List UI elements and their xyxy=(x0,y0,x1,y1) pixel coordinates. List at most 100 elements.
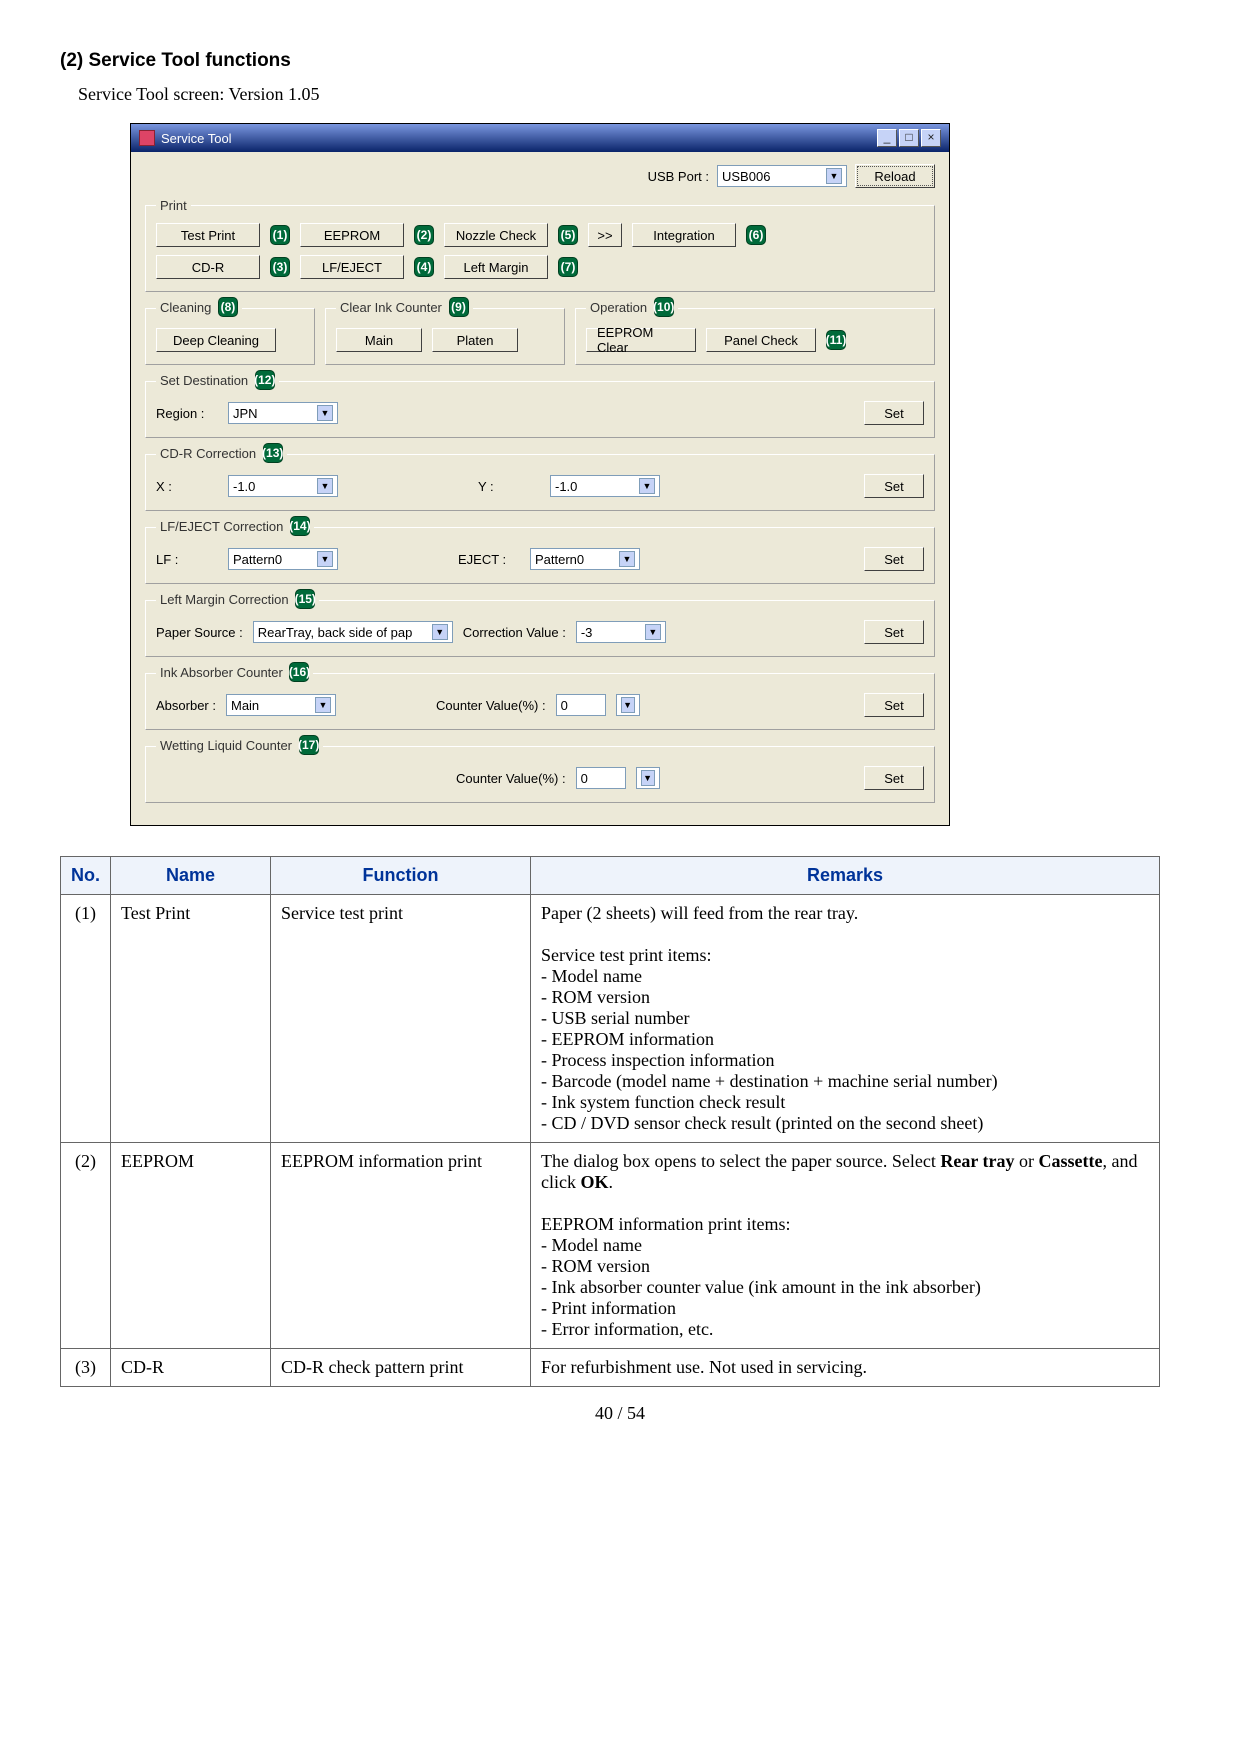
paper-source-label: Paper Source : xyxy=(156,625,243,640)
callout-3: (3) xyxy=(270,257,290,277)
lmc-legend: Left Margin Correction (15) xyxy=(156,590,319,610)
functions-table: No. Name Function Remarks (1)Test PrintS… xyxy=(60,856,1160,1387)
close-icon[interactable]: × xyxy=(921,129,941,147)
minimize-icon[interactable]: _ xyxy=(877,129,897,147)
cell-remarks: For refurbishment use. Not used in servi… xyxy=(531,1349,1160,1387)
panel-check-button[interactable]: Panel Check xyxy=(706,328,816,352)
page-number: 40 / 54 xyxy=(60,1403,1180,1424)
usb-port-select[interactable]: USB006 ▼ xyxy=(717,165,847,187)
cell-no: (1) xyxy=(61,895,111,1143)
lmc-set-button[interactable]: Set xyxy=(864,620,924,644)
usb-port-label: USB Port : xyxy=(648,169,709,184)
correction-value-select[interactable]: -3 ▼ xyxy=(576,621,666,643)
cell-remarks: Paper (2 sheets) will feed from the rear… xyxy=(531,895,1160,1143)
absorber-select[interactable]: Main ▼ xyxy=(226,694,336,716)
lf-select[interactable]: Pattern0 ▼ xyxy=(228,548,338,570)
clear-ink-group: Clear Ink Counter (9) Main Platen xyxy=(325,298,565,365)
table-row: (3)CD-RCD-R check pattern printFor refur… xyxy=(61,1349,1160,1387)
lf-value: Pattern0 xyxy=(233,552,282,567)
set-destination-set-button[interactable]: Set xyxy=(864,401,924,425)
clear-ink-legend: Clear Ink Counter (9) xyxy=(336,298,473,318)
main-button[interactable]: Main xyxy=(336,328,422,352)
ink-counter-dd[interactable]: ▼ xyxy=(616,694,640,716)
service-tool-window: Service Tool _ □ × USB Port : USB006 ▼ R… xyxy=(130,123,950,826)
absorber-label: Absorber : xyxy=(156,698,216,713)
set-destination-group: Set Destination (12) Region : JPN ▼ Set xyxy=(145,371,935,438)
chevron-down-icon: ▼ xyxy=(641,770,655,786)
x-select[interactable]: -1.0 ▼ xyxy=(228,475,338,497)
operation-group: Operation (10) EEPROM Clear Panel Check … xyxy=(575,298,935,365)
chevron-down-icon: ▼ xyxy=(826,168,842,184)
callout-14: (14) xyxy=(290,516,310,536)
ink-counter-input[interactable] xyxy=(556,694,606,716)
deep-cleaning-button[interactable]: Deep Cleaning xyxy=(156,328,276,352)
region-select[interactable]: JPN ▼ xyxy=(228,402,338,424)
cell-function: EEPROM information print xyxy=(271,1143,531,1349)
chevron-down-icon: ▼ xyxy=(315,697,331,713)
chevron-down-icon: ▼ xyxy=(432,624,448,640)
lfeject-correction-group: LF/EJECT Correction (14) LF : Pattern0 ▼… xyxy=(145,517,935,584)
reload-button[interactable]: Reload xyxy=(855,164,935,188)
left-margin-button[interactable]: Left Margin xyxy=(444,255,548,279)
cdr-button[interactable]: CD-R xyxy=(156,255,260,279)
titlebar: Service Tool _ □ × xyxy=(131,124,949,152)
chevron-down-icon: ▼ xyxy=(621,697,635,713)
cell-no: (2) xyxy=(61,1143,111,1349)
ink-absorber-group: Ink Absorber Counter (16) Absorber : Mai… xyxy=(145,663,935,730)
cell-name: CD-R xyxy=(111,1349,271,1387)
lfe-set-button[interactable]: Set xyxy=(864,547,924,571)
maximize-icon[interactable]: □ xyxy=(899,129,919,147)
set-destination-legend: Set Destination (12) xyxy=(156,371,279,391)
callout-6: (6) xyxy=(746,225,766,245)
ink-absorber-legend: Ink Absorber Counter (16) xyxy=(156,663,313,683)
set-destination-text: Set Destination xyxy=(160,373,248,388)
chevron-down-icon: ▼ xyxy=(317,405,333,421)
paper-source-select[interactable]: RearTray, back side of pap ▼ xyxy=(253,621,453,643)
wet-set-button[interactable]: Set xyxy=(864,766,924,790)
cell-remarks: The dialog box opens to select the paper… xyxy=(531,1143,1160,1349)
lfeject-correction-legend: LF/EJECT Correction (14) xyxy=(156,517,314,537)
eeprom-clear-button[interactable]: EEPROM Clear xyxy=(586,328,696,352)
wet-counter-label: Counter Value(%) : xyxy=(456,771,566,786)
cdr-correction-text: CD-R Correction xyxy=(160,446,256,461)
eeprom-button[interactable]: EEPROM xyxy=(300,223,404,247)
platen-button[interactable]: Platen xyxy=(432,328,518,352)
nozzle-check-button[interactable]: Nozzle Check xyxy=(444,223,548,247)
wetting-legend: Wetting Liquid Counter (17) xyxy=(156,736,323,756)
wetting-legend-text: Wetting Liquid Counter xyxy=(160,738,292,753)
test-print-button[interactable]: Test Print xyxy=(156,223,260,247)
integration-button[interactable]: Integration xyxy=(632,223,736,247)
lfeject-button[interactable]: LF/EJECT xyxy=(300,255,404,279)
lf-label: LF : xyxy=(156,552,218,567)
eject-select[interactable]: Pattern0 ▼ xyxy=(530,548,640,570)
y-select[interactable]: -1.0 ▼ xyxy=(550,475,660,497)
wet-counter-dd[interactable]: ▼ xyxy=(636,767,660,789)
callout-1: (1) xyxy=(270,225,290,245)
ink-set-button[interactable]: Set xyxy=(864,693,924,717)
eject-label: EJECT : xyxy=(458,552,520,567)
wet-counter-input[interactable] xyxy=(576,767,626,789)
chevron-down-icon: ▼ xyxy=(619,551,635,567)
app-icon xyxy=(139,130,155,146)
cdr-set-button[interactable]: Set xyxy=(864,474,924,498)
x-value: -1.0 xyxy=(233,479,255,494)
region-value: JPN xyxy=(233,406,258,421)
callout-4: (4) xyxy=(414,257,434,277)
ink-legend-text: Ink Absorber Counter xyxy=(160,665,283,680)
ink-counter-label: Counter Value(%) : xyxy=(436,698,546,713)
operation-legend-text: Operation xyxy=(590,300,647,315)
wetting-liquid-group: Wetting Liquid Counter (17) Counter Valu… xyxy=(145,736,935,803)
callout-2: (2) xyxy=(414,225,434,245)
cleaning-group: Cleaning (8) Deep Cleaning xyxy=(145,298,315,365)
usb-port-value: USB006 xyxy=(722,169,770,184)
cell-function: CD-R check pattern print xyxy=(271,1349,531,1387)
eject-value: Pattern0 xyxy=(535,552,584,567)
arrows-button[interactable]: >> xyxy=(588,223,622,247)
subheading: Service Tool screen: Version 1.05 xyxy=(78,84,1180,105)
chevron-down-icon: ▼ xyxy=(645,624,661,640)
section-heading: (2) Service Tool functions xyxy=(60,50,1180,72)
col-remarks: Remarks xyxy=(531,857,1160,895)
col-function: Function xyxy=(271,857,531,895)
cdr-correction-group: CD-R Correction (13) X : -1.0 ▼ Y : -1.0… xyxy=(145,444,935,511)
window-title: Service Tool xyxy=(161,131,232,146)
